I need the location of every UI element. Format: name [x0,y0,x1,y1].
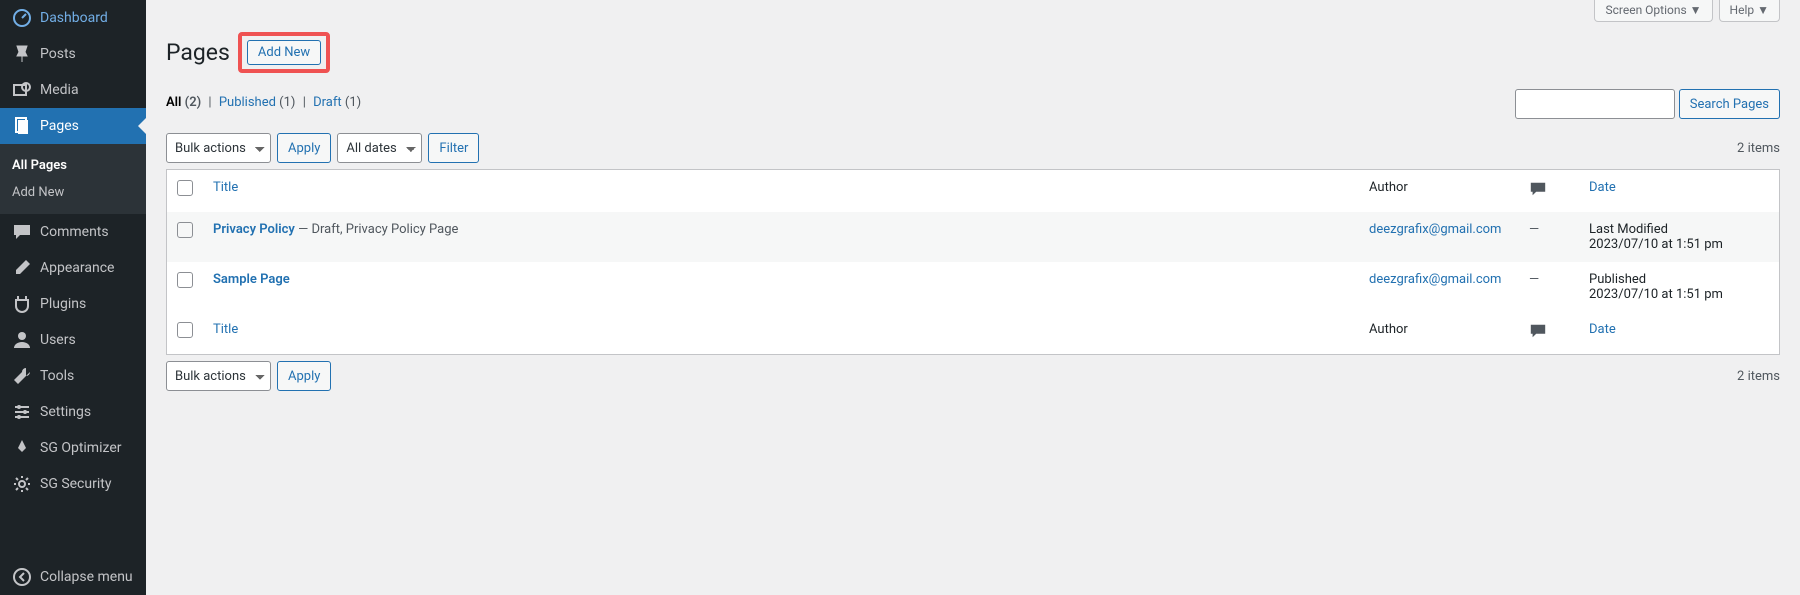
sidebar-label: Appearance [40,260,114,276]
sidebar-label: SG Optimizer [40,440,121,456]
filter-draft[interactable]: Draft (1) [313,95,361,110]
row-date: Last Modified2023/07/10 at 1:51 pm [1579,212,1779,262]
search-button[interactable]: Search Pages [1679,89,1780,119]
dates-select[interactable]: All dates [337,133,422,163]
sliders-icon [12,402,32,422]
bulk-actions-select[interactable]: Bulk actions [166,133,271,163]
row-title-link[interactable]: Privacy Policy [213,222,295,237]
row-date: Published2023/07/10 at 1:51 pm [1579,262,1779,312]
sidebar-item-sg-security[interactable]: SG Security [0,466,146,502]
page-header: Pages Add New [166,32,1780,73]
table-row: Privacy Policy — Draft, Privacy Policy P… [167,212,1779,262]
wrench-icon [12,366,32,386]
admin-sidebar: Dashboard Posts Media Pages All Pages Ad… [0,0,146,595]
col-date-foot[interactable]: Date [1579,312,1779,354]
item-count-top: 2 items [1737,141,1780,156]
dashboard-icon [12,8,32,28]
apply-button[interactable]: Apply [277,133,331,163]
sidebar-label: Comments [40,224,109,240]
sidebar-item-pages[interactable]: Pages [0,108,146,144]
select-all-checkbox[interactable] [177,180,193,196]
sidebar-item-sg-optimizer[interactable]: SG Optimizer [0,430,146,466]
screen-options-button[interactable]: Screen Options ▼ [1594,0,1712,22]
sidebar-collapse[interactable]: Collapse menu [0,559,146,595]
comment-bubble-icon [1529,322,1547,340]
sidebar-label: Plugins [40,296,86,312]
sidebar-item-appearance[interactable]: Appearance [0,250,146,286]
item-count-bottom: 2 items [1737,369,1780,384]
sidebar-item-media[interactable]: Media [0,72,146,108]
row-title-link[interactable]: Sample Page [213,272,290,287]
row-checkbox[interactable] [177,272,193,288]
plug-icon [12,294,32,314]
pages-icon [12,116,32,136]
bulk-actions-select-bottom[interactable]: Bulk actions [166,361,271,391]
col-title-foot[interactable]: Title [203,312,1359,354]
tablenav-bottom: Bulk actions Apply 2 items [166,361,1780,391]
apply-button-bottom[interactable]: Apply [277,361,331,391]
filter-all[interactable]: All (2) [166,95,201,110]
gear-icon [12,474,32,494]
row-checkbox[interactable] [177,222,193,238]
media-icon [12,80,32,100]
sidebar-label: Settings [40,404,91,420]
filter-published[interactable]: Published (1) [219,95,296,110]
search-input[interactable] [1515,89,1675,119]
sidebar-sub-add-new[interactable]: Add New [0,179,146,206]
sidebar-label: Posts [40,46,76,62]
sidebar-sub-all-pages[interactable]: All Pages [0,152,146,179]
main-content: Screen Options ▼ Help ▼ Pages Add New Al… [146,0,1800,595]
sidebar-label: Users [40,332,76,348]
sidebar-label: Dashboard [40,10,108,26]
col-title[interactable]: Title [203,170,1359,212]
col-comments-foot [1519,312,1579,354]
col-date[interactable]: Date [1579,170,1779,212]
filter-button[interactable]: Filter [428,133,479,163]
col-comments [1519,170,1579,212]
comment-bubble-icon [1529,180,1547,198]
row-author-link[interactable]: deezgrafix@gmail.com [1369,222,1501,237]
sidebar-label: Pages [40,118,79,134]
tablenav-top: Bulk actions Apply All dates Filter 2 it… [166,133,1780,163]
sidebar-label: SG Security [40,476,111,492]
sidebar-label: Tools [40,368,74,384]
select-all-checkbox-foot[interactable] [177,322,193,338]
add-new-button[interactable]: Add New [247,40,321,65]
sidebar-item-posts[interactable]: Posts [0,36,146,72]
table-row: Sample Page deezgrafix@gmail.com — Publi… [167,262,1779,312]
page-title: Pages [166,39,230,66]
collapse-icon [12,567,32,587]
row-author-link[interactable]: deezgrafix@gmail.com [1369,272,1501,287]
col-author: Author [1359,170,1519,212]
sidebar-item-comments[interactable]: Comments [0,214,146,250]
pages-table: Title Author Date Privacy Policy — Draft… [166,169,1780,355]
sidebar-item-tools[interactable]: Tools [0,358,146,394]
sidebar-item-dashboard[interactable]: Dashboard [0,0,146,36]
brush-icon [12,258,32,278]
sidebar-item-settings[interactable]: Settings [0,394,146,430]
row-comments: — [1519,262,1579,312]
help-button[interactable]: Help ▼ [1719,0,1780,22]
pin-icon [12,44,32,64]
sidebar-item-plugins[interactable]: Plugins [0,286,146,322]
status-filters: All (2) | Published (1) | Draft (1) [166,95,361,110]
row-comments: — [1519,212,1579,262]
col-author-foot: Author [1359,312,1519,354]
row-meta: — Draft, Privacy Policy Page [295,222,459,237]
add-new-highlight: Add New [238,32,330,73]
search-row: Search Pages [1515,89,1780,119]
sidebar-label: Collapse menu [40,569,133,585]
sidebar-item-users[interactable]: Users [0,322,146,358]
comments-icon [12,222,32,242]
rocket-icon [12,438,32,458]
topbar: Screen Options ▼ Help ▼ [166,0,1780,22]
sidebar-label: Media [40,82,79,98]
user-icon [12,330,32,350]
sidebar-submenu: All Pages Add New [0,144,146,214]
